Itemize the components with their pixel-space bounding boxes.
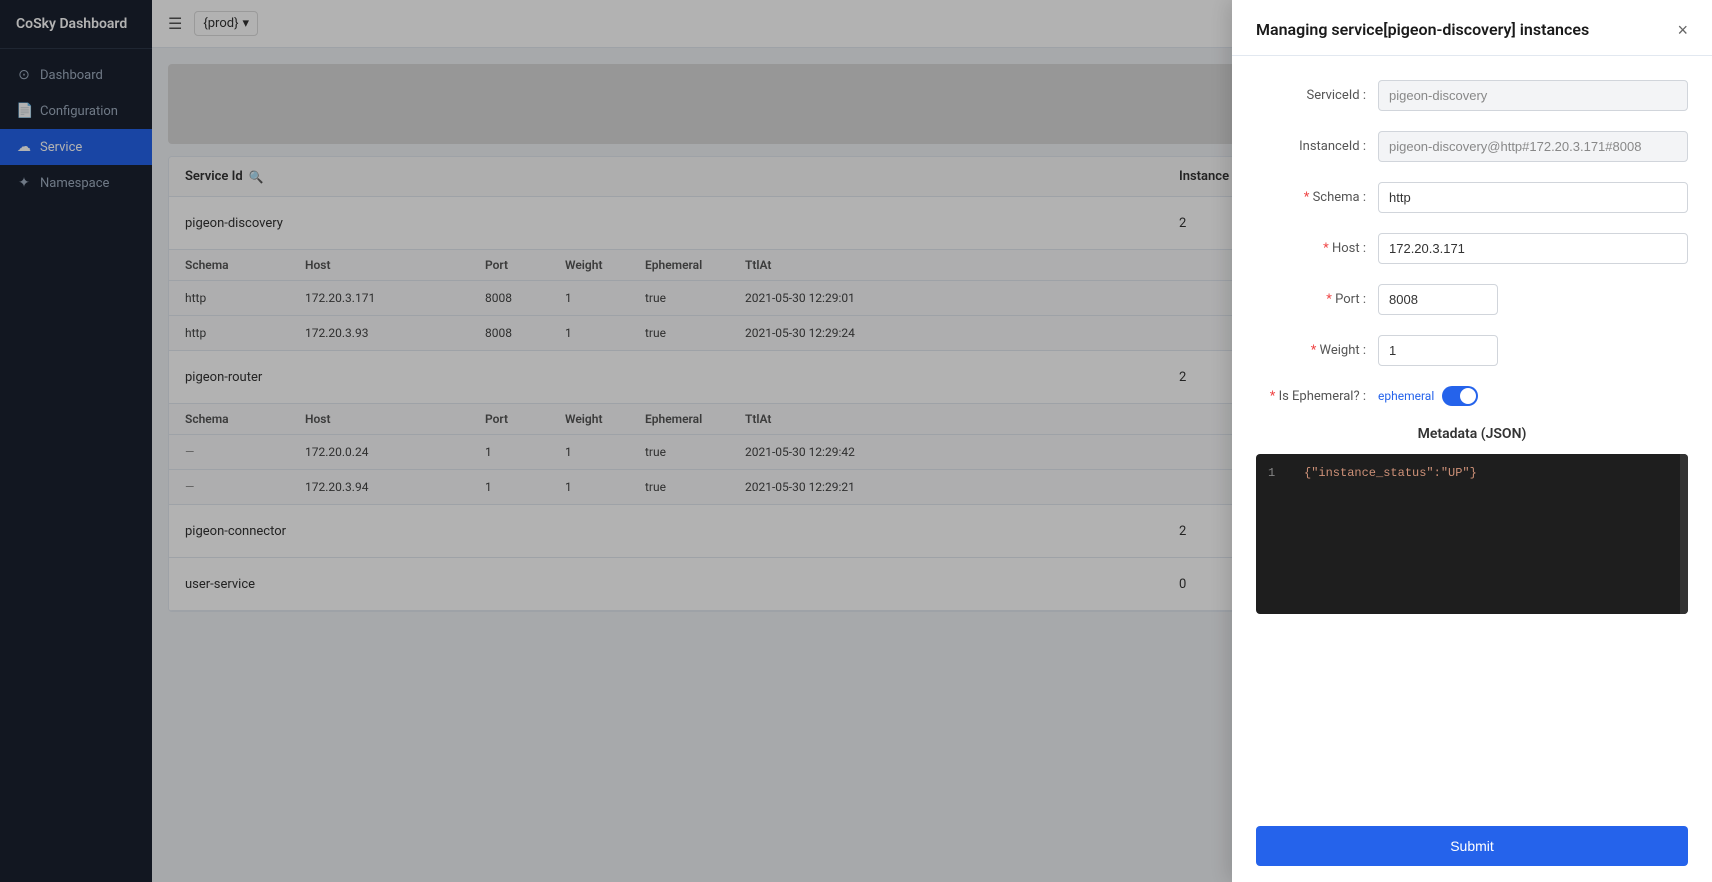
ephemeral-toggle-label: ephemeral	[1378, 389, 1434, 403]
ephemeral-toggle[interactable]	[1442, 386, 1478, 406]
ephemeral-row: Is Ephemeral? : ephemeral	[1256, 386, 1688, 406]
host-row: Host :	[1256, 233, 1688, 264]
host-col-header: Host	[305, 258, 485, 272]
sidebar-item-namespace[interactable]: ✦ Namespace	[0, 165, 152, 201]
ephemeral-cell: true	[645, 445, 745, 459]
code-scrollbar[interactable]	[1680, 454, 1688, 614]
port-row: Port :	[1256, 284, 1688, 315]
port-cell: 1	[485, 445, 565, 459]
sidebar-label-namespace: Namespace	[40, 176, 109, 191]
weight-row: Weight :	[1256, 335, 1688, 366]
service-name: pigeon-discovery	[185, 216, 1179, 231]
sidebar-label-configuration: Configuration	[40, 104, 118, 119]
service-name: user-service	[185, 577, 1179, 592]
service-name: pigeon-router	[185, 370, 1179, 385]
port-col-header: Port	[485, 412, 565, 426]
namespace-icon: ✦	[16, 175, 32, 191]
host-col-header: Host	[305, 412, 485, 426]
modal-title: Managing service[pigeon-discovery] insta…	[1256, 20, 1589, 39]
port-input[interactable]	[1378, 284, 1498, 315]
schema-col-header: Schema	[185, 412, 305, 426]
app-logo: CoSky Dashboard	[0, 0, 152, 49]
toggle-slider	[1442, 386, 1478, 406]
modal-header: Managing service[pigeon-discovery] insta…	[1232, 0, 1712, 56]
sidebar-item-service[interactable]: ☁ Service	[0, 129, 152, 165]
schema-cell: —	[185, 480, 305, 494]
configuration-icon: 📄	[16, 103, 32, 119]
host-input[interactable]	[1378, 233, 1688, 264]
ephemeral-col-header: Ephemeral	[645, 258, 745, 272]
weight-label: Weight :	[1256, 343, 1366, 358]
schema-input[interactable]	[1378, 182, 1688, 213]
host-cell: 172.20.3.94	[305, 480, 485, 494]
code-line-number: 1	[1268, 466, 1288, 480]
weight-col-header: Weight	[565, 258, 645, 272]
schema-cell: —	[185, 445, 305, 459]
sidebar-label-service: Service	[40, 140, 82, 155]
port-label: Port :	[1256, 292, 1366, 307]
chevron-down-icon: ▾	[242, 16, 249, 31]
code-value: {"instance_status":"UP"}	[1304, 466, 1477, 480]
service-id-header-label: Service Id	[185, 169, 243, 184]
weight-cell: 1	[565, 445, 645, 459]
host-cell: 172.20.3.93	[305, 326, 485, 340]
schema-row: Schema :	[1256, 182, 1688, 213]
schema-col-header: Schema	[185, 258, 305, 272]
service-name: pigeon-connector	[185, 524, 1179, 539]
service-icon: ☁	[16, 139, 32, 155]
host-cell: 172.20.3.171	[305, 291, 485, 305]
schema-cell: http	[185, 326, 305, 340]
ephemeral-label: Is Ephemeral? :	[1256, 389, 1366, 404]
ephemeral-cell: true	[645, 480, 745, 494]
metadata-editor[interactable]: 1 {"instance_status":"UP"}	[1256, 454, 1688, 614]
schema-label: Schema :	[1256, 190, 1366, 205]
ephemeral-cell: true	[645, 291, 745, 305]
instance-id-row: InstanceId :	[1256, 131, 1688, 162]
env-selector[interactable]: {prod} ▾	[194, 11, 258, 36]
ephemeral-cell: true	[645, 326, 745, 340]
code-content: {"instance_status":"UP"}	[1304, 466, 1477, 480]
weight-cell: 1	[565, 326, 645, 340]
weight-col-header: Weight	[565, 412, 645, 426]
env-label: {prod}	[203, 16, 238, 31]
weight-cell: 1	[565, 480, 645, 494]
sidebar-item-dashboard[interactable]: ⊙ Dashboard	[0, 57, 152, 93]
modal-body: ServiceId : InstanceId : Schema : Host :…	[1232, 56, 1712, 810]
service-id-label: ServiceId :	[1256, 88, 1366, 103]
service-id-input[interactable]	[1378, 80, 1688, 111]
weight-cell: 1	[565, 291, 645, 305]
metadata-section-title: Metadata (JSON)	[1256, 426, 1688, 442]
modal-close-button[interactable]: ×	[1677, 21, 1688, 39]
ephemeral-toggle-wrapper: ephemeral	[1378, 386, 1478, 406]
sidebar-label-dashboard: Dashboard	[40, 68, 103, 83]
ephemeral-col-header: Ephemeral	[645, 412, 745, 426]
modal-panel: Managing service[pigeon-discovery] insta…	[1232, 0, 1712, 882]
schema-cell: http	[185, 291, 305, 305]
code-line: 1 {"instance_status":"UP"}	[1268, 466, 1676, 480]
search-icon[interactable]: 🔍	[249, 170, 264, 184]
submit-button[interactable]: Submit	[1256, 826, 1688, 866]
sidebar-item-configuration[interactable]: 📄 Configuration	[0, 93, 152, 129]
port-cell: 1	[485, 480, 565, 494]
service-id-row: ServiceId :	[1256, 80, 1688, 111]
menu-icon[interactable]: ☰	[168, 14, 182, 33]
port-cell: 8008	[485, 291, 565, 305]
instance-id-label: InstanceId :	[1256, 139, 1366, 154]
host-label: Host :	[1256, 241, 1366, 256]
host-cell: 172.20.0.24	[305, 445, 485, 459]
instance-id-input[interactable]	[1378, 131, 1688, 162]
sidebar: CoSky Dashboard ⊙ Dashboard 📄 Configurat…	[0, 0, 152, 882]
sidebar-nav: ⊙ Dashboard 📄 Configuration ☁ Service ✦ …	[0, 49, 152, 209]
service-id-header: Service Id 🔍	[185, 169, 1179, 184]
port-col-header: Port	[485, 258, 565, 272]
dashboard-icon: ⊙	[16, 67, 32, 83]
weight-input[interactable]	[1378, 335, 1498, 366]
port-cell: 8008	[485, 326, 565, 340]
